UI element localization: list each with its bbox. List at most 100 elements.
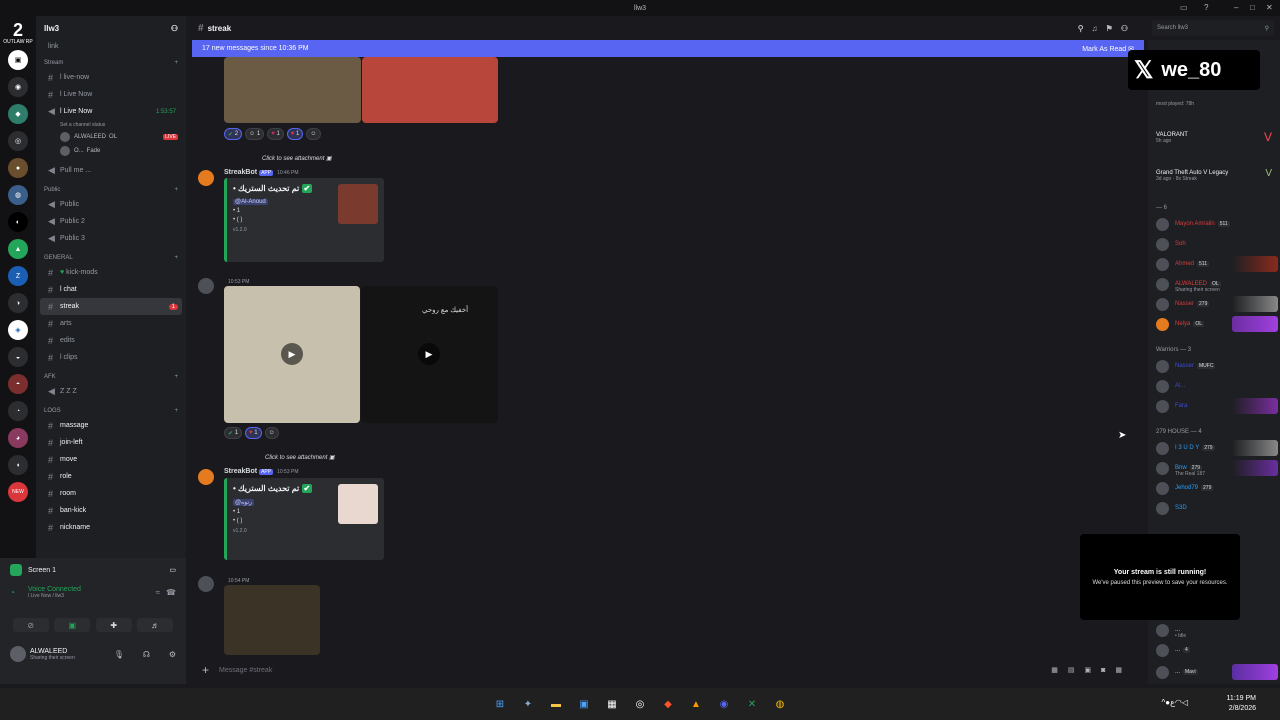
member-row[interactable]: Nelya OL [1148,314,1280,334]
channel-nickname[interactable]: # nickname [40,519,182,536]
camera-off-button[interactable]: ⊘ [12,618,49,632]
member-row[interactable]: Fara [1148,396,1280,416]
add-channel-icon[interactable]: + [174,255,178,261]
member-row[interactable]: Nasser 279 [1148,294,1280,314]
start-icon[interactable]: ⊞ [490,694,510,714]
popout-icon[interactable]: ▭ [169,566,176,574]
app-icon[interactable]: ◎ [630,694,650,714]
headphones-icon[interactable]: ☊ [143,650,150,659]
server-icon[interactable]: ◎ [8,131,28,151]
server-icon[interactable]: ▣ [8,50,28,70]
file-explorer-icon[interactable]: ▬ [546,694,566,714]
excel-icon[interactable]: ✕ [742,694,762,714]
members-icon[interactable]: ⚇ [1121,24,1136,33]
channel-kick-mods[interactable]: # ♥ kick-mods [40,264,182,281]
member-row[interactable]: Ahmed 511 [1148,254,1280,274]
store-icon[interactable]: ▣ [574,694,594,714]
member-row[interactable]: Jehod79 279 [1148,478,1280,498]
channel-chat[interactable]: # l chat [40,281,182,298]
member-row[interactable]: ... Mavi [1148,662,1280,682]
member-row[interactable]: S3D [1148,498,1280,518]
voice-channel-live-now[interactable]: ◀ l Live Now 1:53:57 [40,103,182,120]
server-icon[interactable]: ◕ [8,428,28,448]
voice-channel-zzz[interactable]: ◀ Z Z Z [40,383,182,400]
game-activity[interactable]: Grand Theft Auto V Legacy 3d ago · 8x St… [1148,162,1280,190]
channel-ban-kick[interactable]: # ban-kick [40,502,182,519]
channel-streak[interactable]: # streak 1 [40,298,182,315]
channel-arts[interactable]: # arts [40,315,182,332]
activities-button[interactable]: ✚ [95,618,132,632]
category-general[interactable]: GENERAL + [36,251,186,264]
chrome-icon[interactable]: ◍ [770,694,790,714]
server-icon[interactable]: ◍ [8,185,28,205]
play-icon[interactable]: ▶ [418,343,440,365]
emoji-icon[interactable]: ▦ [1115,667,1132,674]
channel-join-left[interactable]: # join-left [40,434,182,451]
close-button[interactable]: ✕ [1266,3,1273,12]
category-stream[interactable]: Stream + [36,56,186,69]
reaction[interactable]: ♥ 1 [286,128,304,140]
author-name[interactable]: StreakBot [224,468,257,475]
add-attachment-icon[interactable]: + [202,663,209,677]
member-row[interactable]: Nasser MUFC [1148,356,1280,376]
embed-thumbnail[interactable] [338,484,378,524]
member-row[interactable]: Soh [1148,234,1280,254]
game-activity[interactable]: VALORANT 5h ago V [1148,124,1280,152]
reaction[interactable]: ♥ 1 [267,128,284,140]
reaction[interactable]: ♥ 1 [245,427,262,439]
noise-suppression-icon[interactable]: ≈ [156,588,160,597]
apps-icon[interactable]: ▦ [1051,667,1068,674]
copilot-icon[interactable]: ✦ [518,694,538,714]
reaction[interactable]: ✔ 2 [224,128,243,140]
channel-edits[interactable]: # edits [40,332,182,349]
composer-placeholder[interactable]: Message #streak [219,667,272,674]
add-friend-icon[interactable]: ⚇ [171,24,178,33]
attachment-image[interactable] [362,57,498,123]
voice-channel-pull-me[interactable]: ◀ Pull me ... [40,162,182,179]
add-channel-icon[interactable]: + [174,408,178,414]
reply-hint[interactable]: Click to see attachment ▣ [262,155,332,162]
channel-role[interactable]: # role [40,468,182,485]
maximize-button[interactable]: □ [1250,3,1255,12]
channel-live-now-2[interactable]: # l Live Now [40,86,182,103]
server-icon[interactable]: Z [8,266,28,286]
volume-icon[interactable]: ◁ [1182,698,1188,707]
member-row[interactable]: ... 4 [1148,640,1280,660]
discord-icon[interactable]: ◉ [714,694,734,714]
voice-channel-public-2[interactable]: ◀ Public 2 [40,213,182,230]
user-mention[interactable]: @رتوه [233,499,254,506]
server-icon[interactable]: NEW [8,482,28,502]
channel-massage[interactable]: # massage [40,417,182,434]
pin-icon[interactable]: ⚑ [1106,24,1121,33]
game-activity[interactable]: most played: 78h [1148,90,1280,118]
server-icon[interactable]: ● [8,158,28,178]
attachment-image[interactable] [224,585,320,655]
server-icon[interactable]: ◉ [8,77,28,97]
channel-status[interactable]: Set a channel status [36,120,186,130]
bot-avatar[interactable] [198,469,214,485]
gift-icon[interactable]: ▤ [1068,667,1085,674]
channel-link[interactable]: link [40,40,182,52]
voice-user[interactable]: ALWALEED OL LIVE [36,130,186,144]
server-icon[interactable]: ◐ [8,212,28,232]
member-row[interactable]: ... • Idle [1148,620,1280,640]
user-mention[interactable]: @Al-Anoud [233,199,268,205]
inbox-icon[interactable]: ▭ [1180,3,1188,12]
server-header[interactable]: llw3 ⚇ [36,16,186,40]
bell-icon[interactable]: ♫ [1092,24,1106,33]
server-icon[interactable]: ▲ [8,239,28,259]
add-channel-icon[interactable]: + [174,187,178,193]
reaction[interactable]: ☺ 1 [245,128,265,140]
soundboard-button[interactable]: ♬ [137,618,174,632]
new-messages-banner[interactable]: 17 new messages since 10:36 PM Mark As R… [192,40,1144,57]
server-icon[interactable]: ◑ [8,293,28,313]
threads-icon[interactable]: ⚲ [1078,24,1092,33]
play-icon[interactable]: ▶ [281,343,303,365]
minimize-button[interactable]: – [1234,3,1238,12]
screen-share-row[interactable]: Screen 1 ▭ [0,558,186,582]
user-avatar[interactable] [198,278,214,294]
server-icon[interactable]: ◆ [8,104,28,124]
server-icon[interactable]: ◔ [8,401,28,421]
member-row[interactable]: Bnw 279 The Real 187 [1148,458,1280,478]
disconnect-icon[interactable]: ☎ [166,588,176,597]
